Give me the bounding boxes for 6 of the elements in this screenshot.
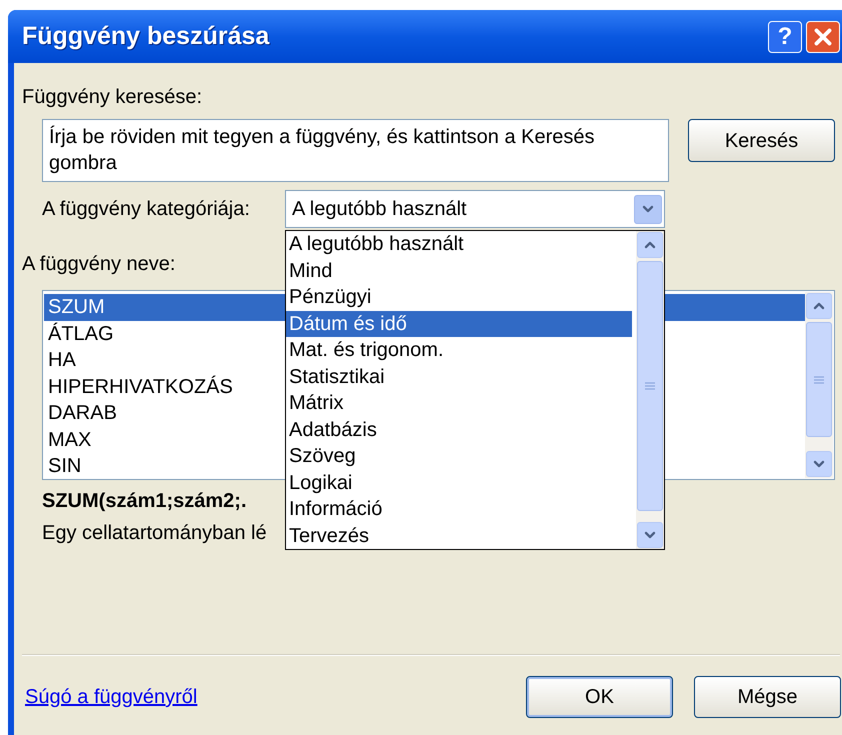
function-description: Egy cellatartományban lé: [42, 521, 267, 545]
window-title: Függvény beszúrása: [22, 20, 270, 52]
function-name-label: A függvény neve:: [22, 252, 176, 276]
search-label: Függvény keresése:: [22, 85, 202, 109]
function-syntax: SZUM(szám1;szám2;.: [42, 489, 247, 513]
category-label: A függvény kategóriája:: [42, 197, 251, 222]
